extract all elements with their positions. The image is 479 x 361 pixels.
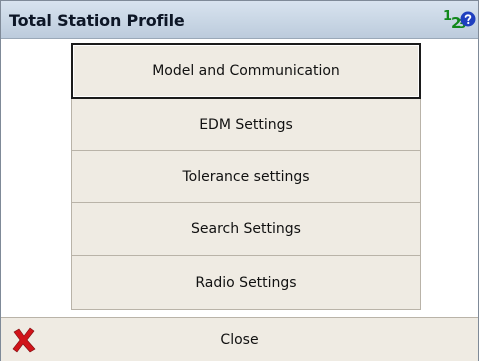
model-and-communication-label: Model and Communication [152, 63, 340, 79]
edm-settings-button[interactable]: EDM Settings [71, 99, 421, 151]
radio-settings-button[interactable]: Radio Settings [71, 256, 421, 310]
edm-settings-label: EDM Settings [199, 116, 293, 133]
window-title: Total Station Profile [9, 11, 185, 30]
tolerance-settings-button[interactable]: Tolerance settings [71, 151, 421, 203]
search-settings-button[interactable]: Search Settings [71, 203, 421, 256]
radio-settings-label: Radio Settings [195, 274, 297, 291]
help-icon[interactable] [460, 11, 476, 27]
close-bar[interactable]: Close [1, 317, 478, 361]
model-and-communication-button[interactable]: Model and Communication [71, 43, 421, 99]
title-bar: Total Station Profile 1 2 3 [1, 1, 478, 39]
tolerance-settings-label: Tolerance settings [182, 168, 310, 185]
close-button[interactable]: Close [1, 318, 478, 361]
close-label: Close [220, 331, 259, 348]
search-settings-label: Search Settings [191, 221, 301, 237]
window: Total Station Profile 1 2 3 Model and Co… [0, 0, 479, 361]
